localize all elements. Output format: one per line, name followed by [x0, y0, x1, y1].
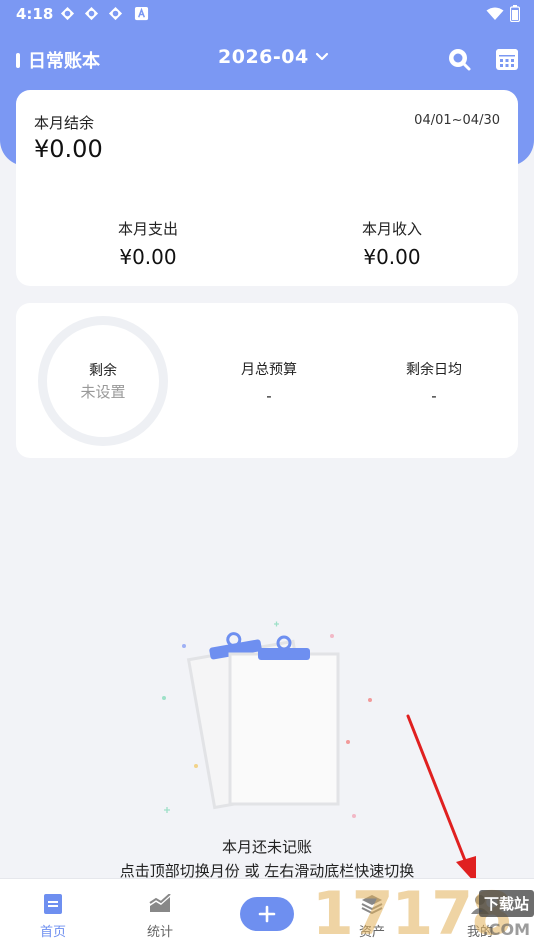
battery-icon: [510, 5, 520, 22]
chevron-down-icon: [315, 52, 328, 61]
add-record-button[interactable]: [240, 897, 294, 931]
app-bar: 日常账本 2026-04: [0, 38, 534, 80]
status-bar: 4:18: [0, 0, 534, 28]
expense-summary: 本月支出 ¥0.00: [68, 218, 228, 269]
expense-value: ¥0.00: [119, 245, 177, 269]
status-right: [486, 5, 520, 22]
plus-icon: [258, 905, 276, 923]
expense-label: 本月支出: [117, 220, 178, 238]
income-value: ¥0.00: [363, 245, 421, 269]
notification-icon: [60, 6, 75, 21]
total-budget-label: 月总预算: [241, 362, 297, 378]
ledger-name: 日常账本: [28, 51, 100, 72]
tab-statistics-label: 统计: [146, 925, 173, 940]
daily-average: 剩余日均 -: [359, 359, 509, 405]
tab-mine-label: 我的: [466, 925, 493, 940]
budget-card[interactable]: 剩余 未设置 月总预算 - 剩余日均 -: [16, 303, 518, 458]
balance-card[interactable]: 本月结余 04/01~04/30 ¥0.00 本月支出 ¥0.00 本月收入 ¥…: [16, 90, 518, 286]
month-label: 2026-04: [218, 46, 309, 68]
tab-assets-label: 资产: [358, 925, 385, 940]
bottom-nav: 首页 统计 资产 我的: [0, 878, 534, 950]
income-label: 本月收入: [361, 220, 422, 238]
chart-icon: [149, 894, 171, 912]
ledger-indicator: [16, 52, 20, 68]
wifi-icon: [486, 7, 504, 20]
calendar-icon[interactable]: [494, 46, 520, 72]
budget-ring: 剩余 未设置: [38, 316, 168, 446]
tab-assets[interactable]: 资产: [332, 891, 412, 940]
notification-icon: [108, 6, 123, 21]
ledger-selector[interactable]: 日常账本: [16, 47, 100, 73]
daily-average-label: 剩余日均: [406, 362, 462, 378]
notification-icon: [84, 6, 99, 21]
tab-statistics[interactable]: 统计: [120, 891, 200, 940]
total-budget-value: -: [266, 387, 272, 405]
balance-amount: ¥0.00: [34, 135, 103, 163]
remaining-label: 剩余: [89, 363, 117, 379]
tab-mine[interactable]: 我的: [440, 891, 520, 940]
empty-clipboard-illustration: [162, 621, 372, 818]
income-summary: 本月收入 ¥0.00: [312, 218, 472, 269]
month-selector[interactable]: 2026-04: [218, 46, 329, 68]
balance-label: 本月结余: [34, 114, 95, 132]
user-icon: [471, 895, 489, 914]
a-icon: [134, 6, 149, 21]
remaining-value: 未设置: [80, 383, 126, 401]
home-icon: [44, 894, 62, 914]
daily-average-value: -: [431, 387, 437, 405]
tab-home[interactable]: 首页: [13, 891, 93, 940]
date-range: 04/01~04/30: [414, 113, 500, 128]
status-time: 4:18: [16, 5, 54, 23]
annotation-arrow: [406, 714, 476, 884]
layers-icon: [361, 895, 383, 914]
tab-home-label: 首页: [39, 925, 66, 940]
search-icon[interactable]: [446, 46, 472, 72]
total-budget: 月总预算 -: [194, 359, 344, 405]
